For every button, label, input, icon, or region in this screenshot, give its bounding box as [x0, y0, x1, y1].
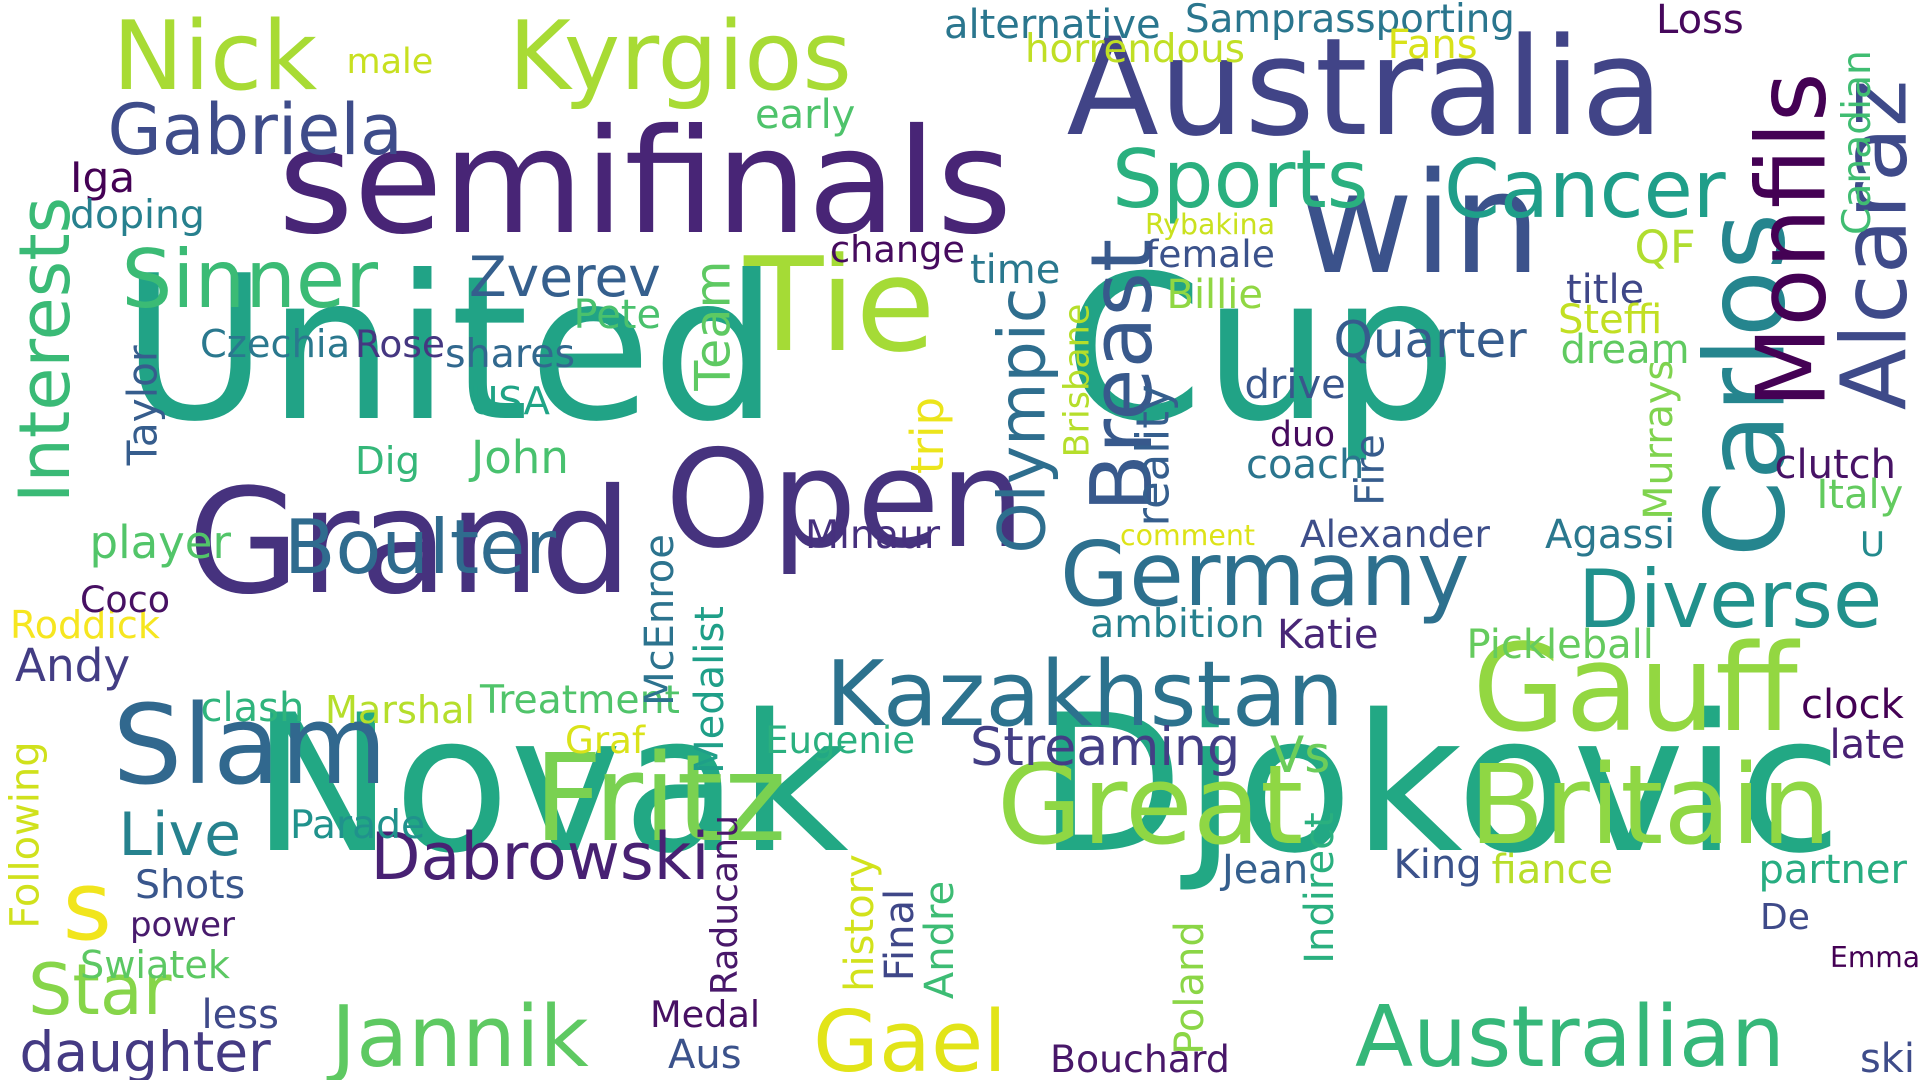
word-male: male [346, 42, 434, 82]
word-minaur: Minaur [805, 511, 941, 558]
word-canadian: Canadian [1834, 50, 1880, 235]
word-pickleball: Pickleball [1466, 622, 1654, 668]
word-jean: Jean [1222, 847, 1309, 893]
word-john: John [471, 431, 569, 484]
word-shots: Shots [135, 861, 246, 908]
word-clash: clash [200, 685, 305, 731]
word-ski: ski [1860, 1036, 1915, 1080]
word-murrays: Murrays [1636, 359, 1683, 520]
word-boulter: Boulter [284, 503, 557, 591]
word-marshal: Marshal [325, 688, 476, 732]
word-aus: Aus [668, 1032, 742, 1078]
word-fiance: fiance [1491, 847, 1614, 893]
word-gabriela: Gabriela [107, 89, 403, 171]
word-graf: Graf [565, 717, 646, 762]
word-female: female [1145, 232, 1275, 276]
word-interests: Interests [4, 196, 87, 504]
word-horrendous: horrendous [1025, 26, 1245, 72]
word-fire: Fire [1347, 434, 1394, 506]
word-australian: Australian [1355, 988, 1785, 1080]
word-early: early [755, 92, 856, 138]
word-cloud: United Cup Novak Djokovic Australia semi… [0, 0, 1920, 1080]
word-agassi: Agassi [1545, 512, 1676, 558]
word-sinner: Sinner [121, 233, 379, 326]
word-britain: Britain [1469, 741, 1832, 869]
word-player: player [89, 516, 231, 569]
word-parade: Parade [290, 802, 426, 848]
word-andre: Andre [917, 880, 964, 1000]
word-emma: Emma [1830, 940, 1920, 974]
word-clock: clock [1801, 682, 1904, 728]
word-kyrgios: Kyrgios [508, 2, 852, 112]
word-fans: Fans [1387, 22, 1478, 68]
word-medal: Medal [650, 992, 761, 1036]
word-history: history [836, 853, 883, 992]
word-following: Following [2, 741, 49, 929]
word-team: Team [682, 260, 741, 391]
word-brisbane: Brisbane [1056, 303, 1097, 457]
word-coach: coach [1246, 442, 1365, 488]
word-billie: Billie [1166, 272, 1264, 318]
word-s: s [62, 852, 113, 962]
word-alexander: Alexander [1300, 512, 1490, 556]
word-doping: doping [70, 191, 205, 238]
word-andy: Andy [15, 638, 131, 692]
word-czechia: Czechia [200, 322, 351, 367]
word-pete: Pete [573, 292, 662, 338]
word-eugenie: Eugenie [765, 718, 916, 762]
word-katie: Katie [1277, 612, 1379, 658]
word-ambition: ambition [1090, 601, 1265, 647]
word-raducanu: Raducanu [702, 815, 746, 996]
word-change: change [830, 227, 965, 271]
word-vs: Vs [1270, 726, 1331, 784]
word-bouchard: Bouchard [1050, 1037, 1230, 1080]
word-gael: Gael [813, 993, 1007, 1080]
word-qf: QF [1634, 221, 1696, 274]
word-streaming: Streaming [970, 716, 1241, 778]
word-king: King [1393, 842, 1482, 888]
word-swiatek: Swiatek [80, 943, 230, 987]
word-trip: trip [901, 396, 955, 474]
word-late: late [1829, 722, 1906, 768]
word-medalist: Medalist [686, 606, 733, 774]
word-usa: USA [470, 379, 550, 424]
word-mcenroe: McEnroe [636, 534, 683, 706]
word-less: less [201, 992, 279, 1038]
word-de: De [1760, 896, 1810, 938]
word-italy: Italy [1816, 472, 1904, 518]
word-rose: Rose [355, 322, 445, 366]
word-dig: Dig [355, 439, 421, 484]
word-taylor: Taylor [118, 344, 167, 465]
word-live: Live [118, 800, 242, 870]
word-drive: drive [1244, 362, 1346, 408]
word-poland: Poland [1166, 920, 1213, 1055]
word-partner: partner [1758, 847, 1907, 893]
word-shares: shares [445, 331, 576, 377]
word-reality: reality [1126, 383, 1180, 527]
word-loss: Loss [1656, 0, 1744, 43]
word-quarter: Quarter [1333, 311, 1527, 369]
word-final: Final [877, 888, 924, 982]
word-jannik: Jannik [331, 988, 589, 1080]
word-time: time [970, 247, 1061, 293]
word-u: U [1860, 525, 1886, 565]
word-power: power [130, 905, 235, 945]
word-olympic: Olympic [985, 286, 1061, 554]
word-coco: Coco [80, 578, 171, 621]
